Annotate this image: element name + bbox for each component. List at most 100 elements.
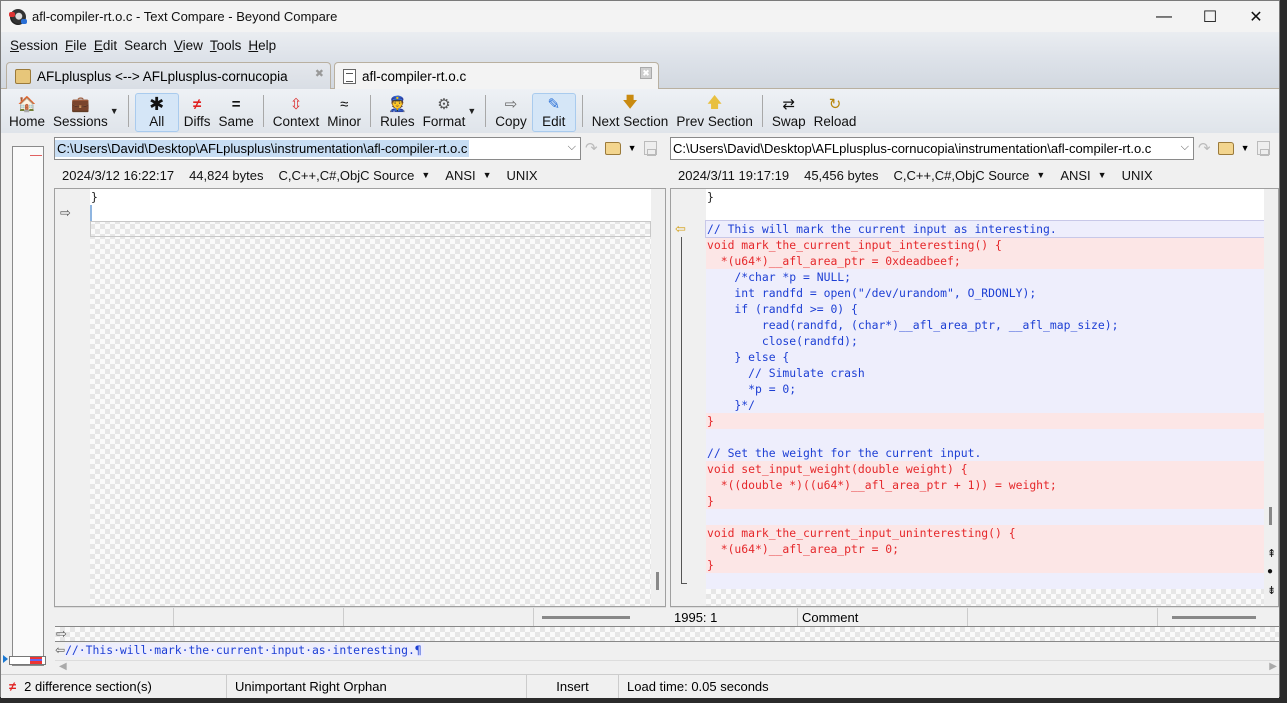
chevron-down-icon[interactable]: ▼ [483,170,492,180]
menu-edit[interactable]: Edit [94,38,117,53]
format-button[interactable]: ⚙ Format [419,89,470,133]
right-format-select[interactable]: C,C++,C#,ObjC Source [894,168,1030,183]
last-diff-icon[interactable]: ⇟ [1267,584,1276,597]
equals-icon: = [231,95,241,113]
left-vertical-scrollbar[interactable] [651,189,665,606]
menu-search[interactable]: Search [124,38,167,53]
rules-button[interactable]: 👮 Rules [376,89,419,133]
status-bar: ≠ 2 difference section(s) Unimportant Ri… [1,674,1279,698]
show-same-button[interactable]: = Same [214,89,257,133]
left-format-select[interactable]: C,C++,C#,ObjC Source [279,168,415,183]
difference-count: ≠ 2 difference section(s) [1,675,227,698]
thumbnail-pointer-icon [3,655,8,663]
chevron-down-icon[interactable]: ⌵ [1181,141,1189,154]
code-line: } [706,557,1264,573]
menu-label: ools [216,38,242,53]
left-text-pane[interactable]: ⇨ } [54,188,666,607]
code-line: } [90,189,651,205]
scroll-left-icon[interactable]: ◀ [59,661,67,672]
code-line: *p = 0; [706,381,1264,397]
left-horizontal-scrollbar[interactable] [534,608,666,626]
reload-button[interactable]: ↻ Reload [810,89,861,133]
scroll-thumb[interactable] [656,572,659,590]
edit-button[interactable]: ✎ Edit [531,93,576,132]
tab-close-icon[interactable]: ✖ [640,67,652,79]
arrow-down-icon: 🡇 [622,93,638,111]
thumbnail-overview[interactable] [12,146,44,666]
menu-tools[interactable]: Tools [210,38,242,53]
tab-text-compare[interactable]: afl-compiler-rt.o.c ✖ [334,62,659,90]
not-equal-icon: ≠ [9,679,17,694]
left-encoding-select[interactable]: ANSI [445,168,475,183]
line-details-scrollbar[interactable]: ◀ ▶ [55,660,1279,674]
close-icon: ✕ [1249,8,1263,26]
reload-file-icon[interactable]: ↷ [1198,139,1211,157]
maximize-button[interactable]: ☐ [1187,1,1233,32]
code-line: close(randfd); [706,333,1264,349]
right-token-type: Comment [798,608,968,626]
approx-icon: ≈ [340,95,349,113]
right-code[interactable]: } // This will mark the current input as … [705,189,1265,606]
right-vertical-scrollbar[interactable]: ⇞ ● ⇟ [1264,189,1278,606]
left-file-info: 2024/3/12 16:22:17 44,824 bytes C,C++,C#… [62,166,553,184]
left-pane-status [54,607,666,626]
minimize-button[interactable]: — [1141,1,1187,32]
menu-file[interactable]: File [65,38,87,53]
menu-mnemonic: V [173,38,183,53]
open-folder-icon[interactable] [604,141,621,155]
chevron-down-icon[interactable]: ▼ [1098,170,1107,180]
thumbnail-viewport[interactable] [9,656,46,665]
left-code[interactable]: } [90,189,651,606]
copy-button[interactable]: ⇨ Copy [491,89,531,133]
button-label: Next Section [591,114,669,129]
tab-close-icon[interactable]: ✖ [315,67,324,80]
chevron-down-icon[interactable]: ▼ [1036,170,1045,180]
prev-section-button[interactable]: 🡅 Prev Section [672,89,757,133]
close-button[interactable]: ✕ [1233,1,1279,32]
right-path-input[interactable]: C:\Users\David\Desktop\AFLplusplus-cornu… [670,137,1194,160]
chevron-down-icon[interactable]: ▼ [421,170,430,180]
tab-folder-compare[interactable]: AFLplusplus <--> AFLplusplus-cornucopia … [6,62,331,89]
scroll-right-icon[interactable]: ▶ [1269,661,1277,672]
sessions-button[interactable]: 💼 Sessions [49,89,112,133]
toolbar-separator [127,95,129,127]
orphan-placeholder [90,221,651,237]
button-label: Edit [542,114,566,129]
left-path-input[interactable]: C:\Users\David\Desktop\AFLplusplus\instr… [54,137,581,160]
scroll-thumb[interactable] [1172,616,1256,619]
swap-button[interactable]: ⇄ Swap [768,89,810,133]
minor-button[interactable]: ≈ Minor [323,89,365,133]
home-button[interactable]: 🏠 Home [5,89,49,133]
open-dropdown-icon[interactable]: ▼ [628,143,637,153]
show-diffs-button[interactable]: ≠ Diffs [180,89,215,133]
button-label: Prev Section [676,114,753,129]
right-text-pane[interactable]: ⇦ } // This will mark the current input a… [670,188,1279,607]
edit-mode[interactable]: Insert [527,675,619,698]
code-line: // Simulate crash [706,365,1264,381]
swap-icon: ⇄ [782,96,796,113]
open-folder-icon[interactable] [1217,141,1234,155]
open-dropdown-icon[interactable]: ▼ [1241,143,1250,153]
toolbar-separator [370,95,372,127]
show-all-button[interactable]: ✱ All [134,93,179,132]
prev-diff-arrow-icon: ⇦ [675,221,686,236]
save-icon[interactable] [1256,141,1270,156]
save-icon[interactable] [643,141,657,156]
menu-help[interactable]: Help [248,38,276,53]
minimize-icon: — [1156,7,1172,25]
right-horizontal-scrollbar[interactable] [1158,608,1279,626]
scroll-thumb[interactable] [542,616,630,619]
code-line: *(u64*)__afl_area_ptr = 0; [706,541,1264,557]
scroll-thumb[interactable] [1269,507,1272,525]
first-diff-icon[interactable]: ⇞ [1267,547,1276,560]
chevron-down-icon[interactable]: ⌵ [568,141,576,154]
menu-label: iew [182,38,203,53]
toolbar-separator [485,95,487,127]
menu-view[interactable]: View [174,38,203,53]
context-button[interactable]: ⇳ Context [269,89,324,133]
right-encoding-select[interactable]: ANSI [1060,168,1090,183]
menu-session[interactable]: Session [10,38,58,53]
current-diff-icon[interactable]: ● [1267,566,1273,577]
reload-file-icon[interactable]: ↷ [585,139,598,157]
next-section-button[interactable]: 🡇 Next Section [588,89,673,133]
